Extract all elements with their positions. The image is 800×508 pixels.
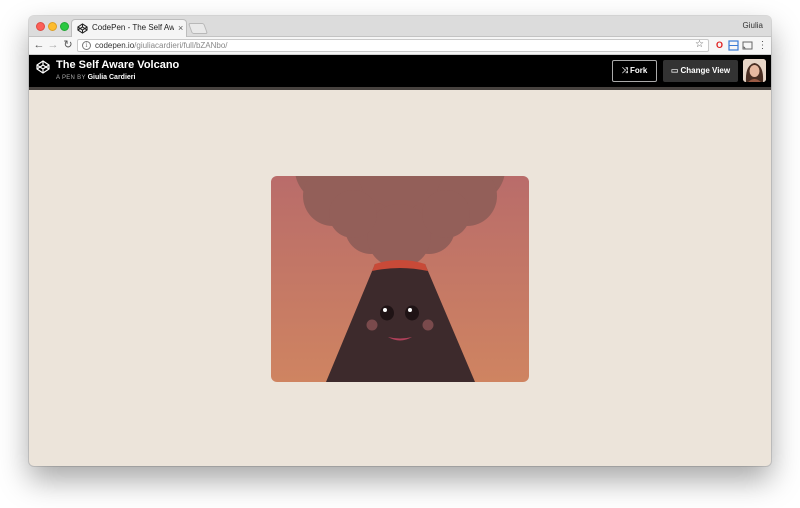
fork-icon: ⤨ [621, 66, 629, 75]
kebab-menu-icon[interactable]: ⋮ [757, 40, 768, 51]
tiles-extension-icon[interactable] [728, 40, 739, 51]
tab-codepen[interactable]: CodePen - The Self Aware Volcano × [71, 19, 187, 38]
avatar-portrait [743, 59, 766, 82]
new-tab-button[interactable] [187, 23, 209, 34]
url-path: /giuliacardieri/full/bZANbo/ [134, 41, 228, 50]
codepen-header: The Self Aware Volcano A PEN BY Giulia C… [29, 55, 771, 87]
arrow-right-icon[interactable]: → [46, 38, 60, 52]
layout-icon: ▭ [670, 66, 679, 75]
pen-author-line: A PEN BY Giulia Cardieri [56, 74, 135, 81]
volcano-illustration [271, 176, 529, 382]
right-cheek [422, 319, 434, 331]
tab-strip: CodePen - The Self Aware Volcano × Giuli… [29, 16, 771, 38]
change-view-button[interactable]: ▭ Change View [663, 60, 738, 82]
info-icon[interactable]: i [82, 41, 91, 50]
codepen-logo-icon[interactable] [36, 60, 50, 74]
opera-extension-icon[interactable]: O [714, 40, 725, 51]
profile-name[interactable]: Giulia [743, 21, 763, 30]
pen-author-link[interactable]: Giulia Cardieri [88, 74, 136, 81]
url-text[interactable]: codepen.io/giuliacardieri/full/bZANbo/ [95, 41, 228, 50]
tab-close-icon[interactable]: × [178, 22, 183, 34]
left-eye [380, 305, 394, 321]
arrow-left-icon[interactable]: ← [32, 38, 46, 52]
header-divider [29, 87, 771, 90]
tab-title: CodePen - The Self Aware Volcano [92, 23, 174, 32]
cast-icon[interactable] [742, 40, 753, 51]
change-view-label: Change View [680, 66, 731, 75]
minimize-window-button[interactable] [48, 22, 57, 31]
star-icon[interactable]: ☆ [695, 39, 704, 50]
codepen-favicon-icon [77, 23, 88, 34]
reload-icon[interactable]: ↻ [61, 38, 75, 52]
avatar[interactable] [743, 59, 766, 82]
browser-window: CodePen - The Self Aware Volcano × Giuli… [29, 16, 771, 466]
address-bar[interactable]: i codepen.io/giuliacardieri/full/bZANbo/… [77, 39, 709, 52]
right-eye [405, 305, 419, 321]
pen-title[interactable]: The Self Aware Volcano [56, 59, 179, 71]
zoom-window-button[interactable] [60, 22, 69, 31]
url-host: codepen.io [95, 41, 135, 50]
fork-button[interactable]: ⤨ Fork [612, 60, 657, 82]
fork-label: Fork [630, 66, 648, 75]
close-window-button[interactable] [36, 22, 45, 31]
pen-author-prefix: A PEN BY [56, 75, 86, 81]
browser-toolbar: ← → ↻ i codepen.io/giuliacardieri/full/b… [29, 37, 771, 55]
left-cheek [366, 319, 378, 331]
